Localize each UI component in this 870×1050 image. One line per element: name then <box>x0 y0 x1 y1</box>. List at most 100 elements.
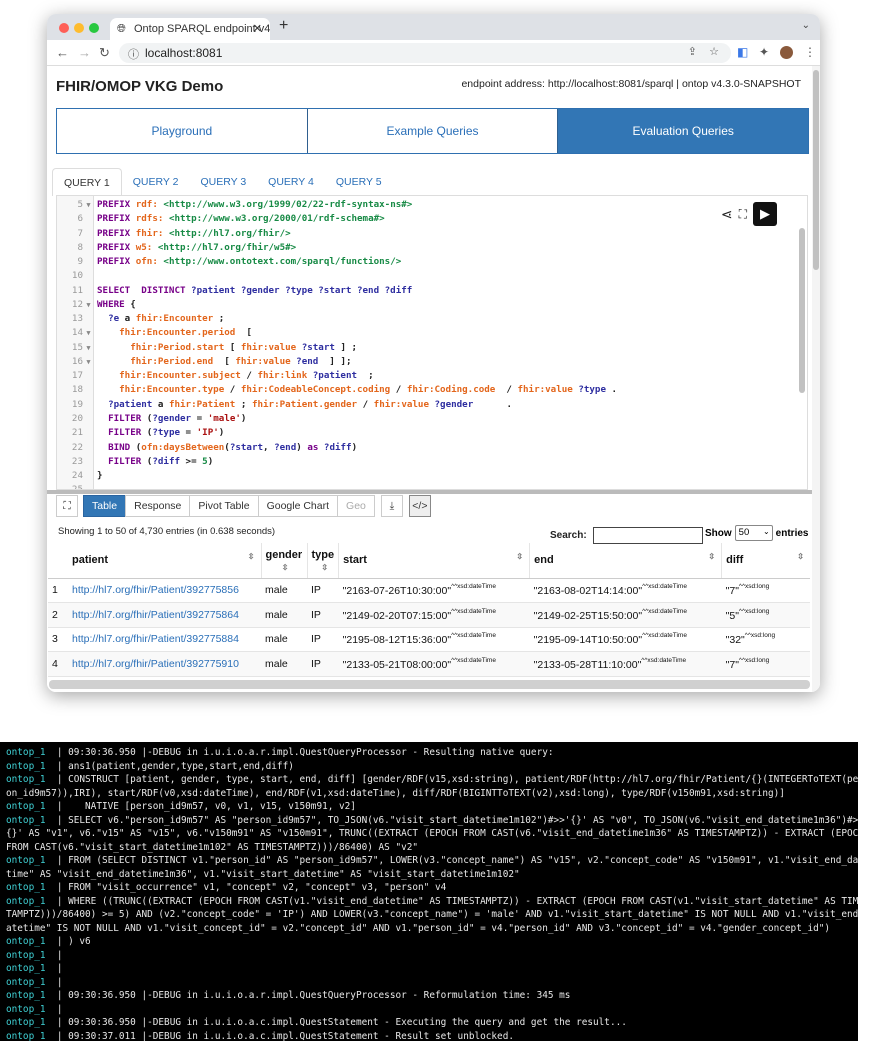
line-number: 15 <box>71 341 83 353</box>
forward-icon[interactable]: → <box>78 45 91 60</box>
entries-label: entries <box>775 527 809 539</box>
fold-arrow-icon[interactable]: ▼ <box>83 298 94 312</box>
code-text: fhir:Period.start [ fhir:value ?start ] … <box>94 342 357 353</box>
tab-example-queries[interactable]: Example Queries <box>307 109 559 153</box>
code-lines[interactable]: 5 ▼ PREFIX rdf: <http://www.w3.org/1999/02… <box>57 198 617 490</box>
tab-playground[interactable]: Playground <box>57 109 308 153</box>
tab-google-chart[interactable]: Google Chart <box>257 495 339 517</box>
container-prefix: ontop_1 <box>6 1030 57 1042</box>
code-token-kw: BIND <box>97 441 136 453</box>
close-window-button[interactable] <box>59 23 69 33</box>
patient-link[interactable]: http://hl7.org/fhir/Patient/392775910 <box>72 658 239 670</box>
browser-tab[interactable]: 🌐︎ Ontop SPARQL endpoint v4.3.0 ✕ <box>110 18 270 40</box>
table-horizontal-scrollbar[interactable] <box>49 680 810 689</box>
terminal-line: ontop_1 | <box>6 1003 858 1017</box>
start-cell: "2149-02-20T07:15:00"^^xsd:dateTime <box>338 602 530 628</box>
tab-pivot-table[interactable]: Pivot Table <box>189 495 259 517</box>
translate-extension-icon[interactable]: ◧ <box>737 45 748 59</box>
fold-arrow-icon[interactable]: ▼ <box>83 198 94 212</box>
diff-cell: "7"^^xsd:long <box>721 578 810 603</box>
row-number: 2 <box>48 602 68 628</box>
tab-response[interactable]: Response <box>125 495 191 517</box>
tab-search-chevron-icon[interactable]: ⌄ <box>802 20 810 31</box>
editor-resize-handle[interactable] <box>47 490 812 494</box>
patient-link[interactable]: http://hl7.org/fhir/Patient/392775884 <box>72 633 239 645</box>
code-token-var: ?patient ?gender ?type ?start ?end ?diff <box>191 284 413 296</box>
column-header-patient[interactable]: patient ⇳ <box>68 543 262 579</box>
tab-table[interactable]: Table <box>83 495 127 517</box>
log-text: | 09:30:36.950 |-DEBUG in i.u.i.o.a.r.im… <box>56 990 571 1001</box>
maximize-window-button[interactable] <box>89 23 99 33</box>
code-token-pl: / <box>362 398 374 410</box>
line-number: 14 <box>71 327 83 339</box>
sparql-editor[interactable]: 5 ▼ PREFIX rdf: <http://www.w3.org/1999/02… <box>56 195 808 490</box>
column-header-gender[interactable]: gender ⇳ <box>261 543 308 579</box>
bookmark-star-icon[interactable]: ☆ <box>709 45 719 58</box>
diff-cell-value: "7" <box>725 658 739 671</box>
close-tab-icon[interactable]: ✕ <box>253 22 262 35</box>
terminal-line: ontop_1 | 09:30:36.950 |-DEBUG in i.u.i.… <box>6 1016 858 1030</box>
diff-datatype: ^^xsd:long <box>738 656 770 664</box>
embed-code-button[interactable]: </> <box>408 495 431 517</box>
play-icon: ▶ <box>760 206 770 221</box>
reload-icon[interactable]: ↻ <box>99 45 110 61</box>
back-icon[interactable]: ← <box>56 45 69 60</box>
patient-link[interactable]: http://hl7.org/fhir/Patient/392775864 <box>72 609 239 621</box>
fullscreen-icon[interactable]: ⛶ <box>739 207 747 222</box>
minimize-window-button[interactable] <box>74 23 84 33</box>
column-header-start[interactable]: start ⇳ <box>338 543 531 579</box>
end-datatype: ^^xsd:dateTime <box>642 632 687 640</box>
diff-cell-value: "5" <box>725 609 739 622</box>
url-input[interactable]: ⓘ localhost:8081 ⇪ ☆ <box>119 43 731 63</box>
log-text: | SELECT v6."person_id9m57" AS "person_i… <box>56 814 858 826</box>
address-bar-row: ← → ↻ ⓘ localhost:8081 ⇪ ☆ ◧ ✦ ⋮ <box>47 40 820 66</box>
column-header-diff[interactable]: diff ⇳ <box>721 543 810 579</box>
patient-link[interactable]: http://hl7.org/fhir/Patient/392775856 <box>72 584 239 596</box>
code-line: 18 fhir:Encounter.type / fhir:CodeableCo… <box>57 383 617 397</box>
sort-icon: ⇳ <box>797 552 804 561</box>
code-text: fhir:Encounter.subject / fhir:link ?pati… <box>94 370 374 381</box>
search-box: Search: <box>550 527 703 544</box>
tab-evaluation-queries[interactable]: Evaluation Queries <box>558 109 809 153</box>
version-text: | ontop v4.3.0-SNAPSHOT <box>676 78 801 90</box>
page-scrollbar[interactable] <box>812 66 820 692</box>
row-number-value: 2 <box>52 608 58 621</box>
fullscreen-results-button[interactable]: ⛶ <box>56 495 78 517</box>
line-number: 25 <box>71 484 83 490</box>
share-icon[interactable]: ⇪ <box>688 45 697 58</box>
endpoint-link[interactable]: http://localhost:8081/sparql <box>548 78 674 90</box>
code-token-pl: >= <box>185 455 203 467</box>
editor-scrollbar[interactable] <box>799 228 805 393</box>
fold-arrow-icon[interactable]: ▼ <box>83 341 94 355</box>
terminal-line: on_id9m57)),IRI), start/RDF(v0,xsd:dateT… <box>6 787 858 801</box>
fold-arrow-icon[interactable]: ▼ <box>83 355 94 369</box>
terminal-line: ontop_1 | CONSTRUCT [patient, gender, ty… <box>6 773 858 787</box>
code-line: 20 FILTER (?gender = 'male') <box>57 412 617 426</box>
run-query-button[interactable]: ▶ <box>753 202 777 226</box>
table-header-row: patient ⇳ gender ⇳ type ⇳ start ⇳ end ⇳ diff ⇳ <box>48 543 810 579</box>
tab-query-1[interactable]: QUERY 1 <box>52 168 122 196</box>
log-text: | 09:30:37.011 |-DEBUG in i.u.i.o.a.c.im… <box>56 1030 514 1042</box>
download-button[interactable]: ⤓ <box>380 495 403 517</box>
search-input[interactable] <box>592 527 703 544</box>
tab-query-3[interactable]: QUERY 3 <box>189 168 257 196</box>
column-header-type[interactable]: type ⇳ <box>307 543 340 579</box>
menu-kebab-icon[interactable]: ⋮ <box>804 45 816 59</box>
profile-avatar[interactable] <box>780 46 793 59</box>
column-label: diff <box>726 554 744 567</box>
new-tab-button[interactable]: + <box>279 17 288 35</box>
share-icon[interactable]: ⋖ <box>721 206 733 223</box>
terminal-line: ontop_1 | WHERE ((TRUNC((EXTRACT (EPOCH … <box>6 895 858 909</box>
tab-geo: Geo <box>337 495 375 517</box>
column-header-end[interactable]: end ⇳ <box>529 543 723 579</box>
log-text: | <box>56 976 63 988</box>
main-tabs: Playground Example Queries Evaluation Qu… <box>56 108 809 154</box>
fold-arrow-icon[interactable]: ▼ <box>83 326 94 340</box>
extensions-puzzle-icon[interactable]: ✦ <box>759 45 769 59</box>
diff-cell: "5"^^xsd:long <box>721 602 810 628</box>
tab-query-2[interactable]: QUERY 2 <box>122 168 190 196</box>
tab-query-5[interactable]: QUERY 5 <box>325 168 393 196</box>
terminal-line: FROM CAST(v6."visit_start_datetime1m102"… <box>6 841 858 855</box>
tab-query-4[interactable]: QUERY 4 <box>257 168 325 196</box>
page-size-select[interactable]: 50 ⌄ <box>734 525 773 541</box>
